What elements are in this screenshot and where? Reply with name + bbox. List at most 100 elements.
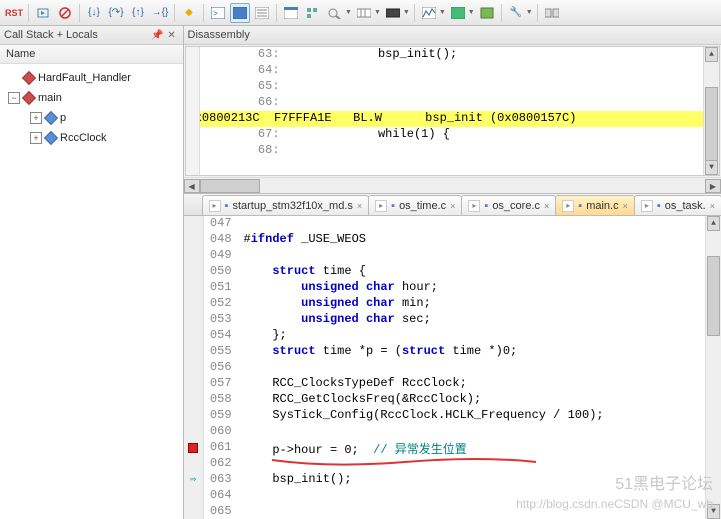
horizontal-scrollbar[interactable]: ◀ ▶ xyxy=(184,177,721,193)
column-header[interactable]: Name xyxy=(0,45,183,64)
tab-label: os_core.c xyxy=(492,200,540,212)
code-line[interactable]: 053 unsigned char sec; xyxy=(184,312,721,328)
callstack-window-button[interactable] xyxy=(303,3,323,23)
code-line[interactable]: 056 xyxy=(184,360,721,376)
run-to-cursor-button[interactable]: →{} xyxy=(150,3,170,23)
scroll-down-icon[interactable]: ▼ xyxy=(705,160,718,175)
tree-node-main[interactable]: − main xyxy=(2,88,181,108)
show-next-button[interactable]: ◆ xyxy=(179,3,199,23)
debug-views-button[interactable] xyxy=(542,3,562,23)
trace-window-button[interactable] xyxy=(448,3,468,23)
code-line[interactable]: 064 xyxy=(184,488,721,504)
dropdown-icon[interactable]: ▼ xyxy=(468,9,475,16)
memory-window-button[interactable] xyxy=(354,3,374,23)
code-line[interactable]: 061 p->hour = 0; // 异常发生位置 xyxy=(184,440,721,456)
pin-icon[interactable]: 📌 xyxy=(151,28,165,42)
disasm-line[interactable]: 64: xyxy=(186,63,719,79)
disassembly-view[interactable]: 63: bsp_init();64:65:66:0x0800213C F7FFF… xyxy=(185,46,720,176)
editor-tab[interactable]: ▸▪startup_stm32f10x_md.s× xyxy=(202,195,370,215)
disasm-line[interactable]: 66: xyxy=(186,95,719,111)
reset-button[interactable]: RST xyxy=(4,3,24,23)
scroll-thumb[interactable] xyxy=(707,256,720,336)
tree-node-p[interactable]: + p xyxy=(2,108,181,128)
code-line[interactable]: 057 RCC_ClocksTypeDef RccClock; xyxy=(184,376,721,392)
code-line[interactable]: ⇨063 bsp_init(); xyxy=(184,472,721,488)
tab-close-icon[interactable]: × xyxy=(710,201,715,211)
tab-toggle-icon[interactable]: ▸ xyxy=(641,200,653,212)
panel-title-text: Disassembly xyxy=(188,29,250,41)
scroll-up-icon[interactable]: ▲ xyxy=(707,216,720,231)
serial-window-button[interactable] xyxy=(383,3,403,23)
tab-close-icon[interactable]: × xyxy=(450,201,455,211)
tree-node-hardfault[interactable]: HardFault_Handler xyxy=(2,68,181,88)
vertical-scrollbar[interactable]: ▲ ▼ xyxy=(703,47,719,175)
dropdown-icon[interactable]: ▼ xyxy=(439,9,446,16)
tree-node-rccclock[interactable]: + RccClock xyxy=(2,128,181,148)
disasm-line[interactable]: 67: while(1) { xyxy=(186,127,719,143)
variable-icon xyxy=(44,131,58,145)
code-line[interactable]: 065 xyxy=(184,504,721,519)
tab-toggle-icon[interactable]: ▸ xyxy=(562,200,574,212)
registers-window-button[interactable] xyxy=(281,3,301,23)
tab-close-icon[interactable]: × xyxy=(544,201,549,211)
watch-window-button[interactable] xyxy=(325,3,345,23)
scroll-right-icon[interactable]: ▶ xyxy=(705,179,721,193)
editor-tab[interactable]: ▸▪os_core.c× xyxy=(461,195,556,215)
disasm-line[interactable]: 0x0800213C F7FFFA1E BL.W bsp_init (0x080… xyxy=(186,111,719,127)
editor-tab[interactable]: ▸▪os_task.× xyxy=(634,195,721,215)
tab-toggle-icon[interactable]: ▸ xyxy=(375,200,387,212)
expand-icon[interactable]: + xyxy=(30,112,42,124)
dropdown-icon[interactable]: ▼ xyxy=(345,9,352,16)
command-window-button[interactable]: > xyxy=(208,3,228,23)
panel-title-text: Call Stack + Locals xyxy=(4,29,98,41)
analysis-window-button[interactable] xyxy=(419,3,439,23)
code-line[interactable]: 050 struct time { xyxy=(184,264,721,280)
expand-icon[interactable]: + xyxy=(30,132,42,144)
code-line[interactable]: 054 }; xyxy=(184,328,721,344)
toolbox-button[interactable]: 🔧 xyxy=(506,3,526,23)
code-line[interactable]: 051 unsigned char hour; xyxy=(184,280,721,296)
scroll-thumb[interactable] xyxy=(200,179,260,193)
code-line[interactable]: 048#ifndef _USE_WEOS xyxy=(184,232,721,248)
scroll-left-icon[interactable]: ◀ xyxy=(184,179,200,193)
disasm-line[interactable]: 65: xyxy=(186,79,719,95)
code-line[interactable]: 052 unsigned char min; xyxy=(184,296,721,312)
code-line[interactable]: 062 xyxy=(184,456,721,472)
stop-button[interactable] xyxy=(55,3,75,23)
code-line[interactable]: 049 xyxy=(184,248,721,264)
breakpoint-icon[interactable] xyxy=(188,443,198,453)
current-line-icon: ⇨ xyxy=(190,474,196,486)
main-toolbar: RST {↓} {↷} {↑} →{} ◆ > ▼ ▼ ▼ ▼ ▼ 🔧▼ xyxy=(0,0,721,26)
symbols-window-button[interactable] xyxy=(252,3,272,23)
dropdown-icon[interactable]: ▼ xyxy=(526,9,533,16)
tab-close-icon[interactable]: × xyxy=(623,201,628,211)
scroll-thumb[interactable] xyxy=(705,87,718,167)
code-line[interactable]: 059 SysTick_Config(RccClock.HCLK_Frequen… xyxy=(184,408,721,424)
scroll-up-icon[interactable]: ▲ xyxy=(705,47,718,62)
tab-toggle-icon[interactable]: ▸ xyxy=(468,200,480,212)
editor-tab[interactable]: ▸▪main.c× xyxy=(555,195,635,215)
code-editor[interactable]: 047048#ifndef _USE_WEOS049050 struct tim… xyxy=(184,216,721,519)
tab-close-icon[interactable]: × xyxy=(357,201,362,211)
editor-tab[interactable]: ▸▪os_time.c× xyxy=(368,195,462,215)
close-icon[interactable]: ✕ xyxy=(165,28,179,42)
disasm-window-button[interactable] xyxy=(230,3,250,23)
step-out-button[interactable]: {↑} xyxy=(128,3,148,23)
scroll-down-icon[interactable]: ▼ xyxy=(707,504,720,519)
dropdown-icon[interactable]: ▼ xyxy=(374,9,381,16)
disasm-line[interactable]: 63: bsp_init(); xyxy=(186,47,719,63)
tab-toggle-icon[interactable]: ▸ xyxy=(209,200,221,212)
code-line[interactable]: 058 RCC_GetClocksFreq(&RccClock); xyxy=(184,392,721,408)
step-in-button[interactable]: {↓} xyxy=(84,3,104,23)
vertical-scrollbar[interactable]: ▲ ▼ xyxy=(705,216,721,519)
disasm-line[interactable]: 68: xyxy=(186,143,719,159)
code-line[interactable]: 060 xyxy=(184,424,721,440)
run-button[interactable] xyxy=(33,3,53,23)
tree-view[interactable]: HardFault_Handler − main + p + RccClock xyxy=(0,64,183,519)
code-line[interactable]: 047 xyxy=(184,216,721,232)
step-over-button[interactable]: {↷} xyxy=(106,3,126,23)
collapse-icon[interactable]: − xyxy=(8,92,20,104)
system-viewer-button[interactable] xyxy=(477,3,497,23)
dropdown-icon[interactable]: ▼ xyxy=(403,9,410,16)
code-line[interactable]: 055 struct time *p = (struct time *)0; xyxy=(184,344,721,360)
